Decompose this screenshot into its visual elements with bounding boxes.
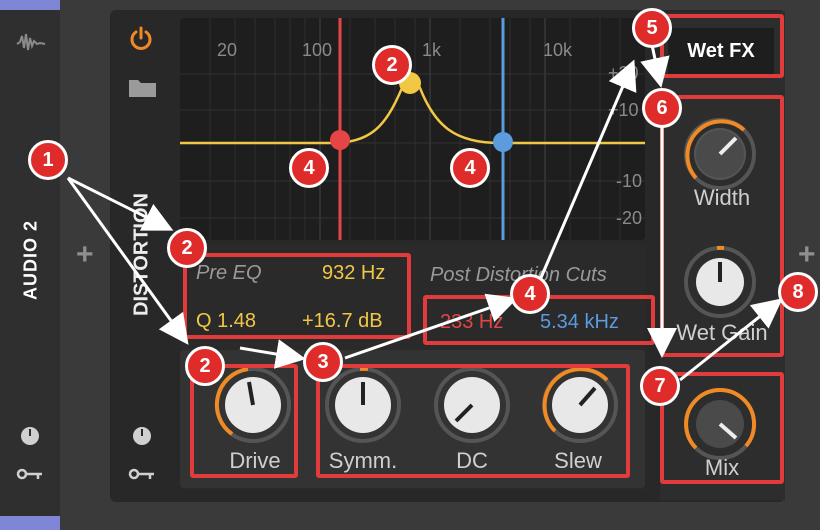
callout-badge: 7	[640, 366, 680, 406]
callout-badge: 5	[632, 8, 672, 48]
callout-badge: 6	[642, 88, 682, 128]
callout-badge: 3	[303, 342, 343, 382]
callout-badge: 2	[185, 346, 225, 386]
callout-badge: 4	[510, 274, 550, 314]
callout-badge: 4	[289, 148, 329, 188]
callout-badge: 1	[28, 140, 68, 180]
callout-badge: 2	[372, 45, 412, 85]
callout-badge: 4	[450, 148, 490, 188]
callout-badge: 8	[778, 272, 818, 312]
callout-arrows	[66, 44, 783, 382]
callout-badge: 2	[167, 228, 207, 268]
